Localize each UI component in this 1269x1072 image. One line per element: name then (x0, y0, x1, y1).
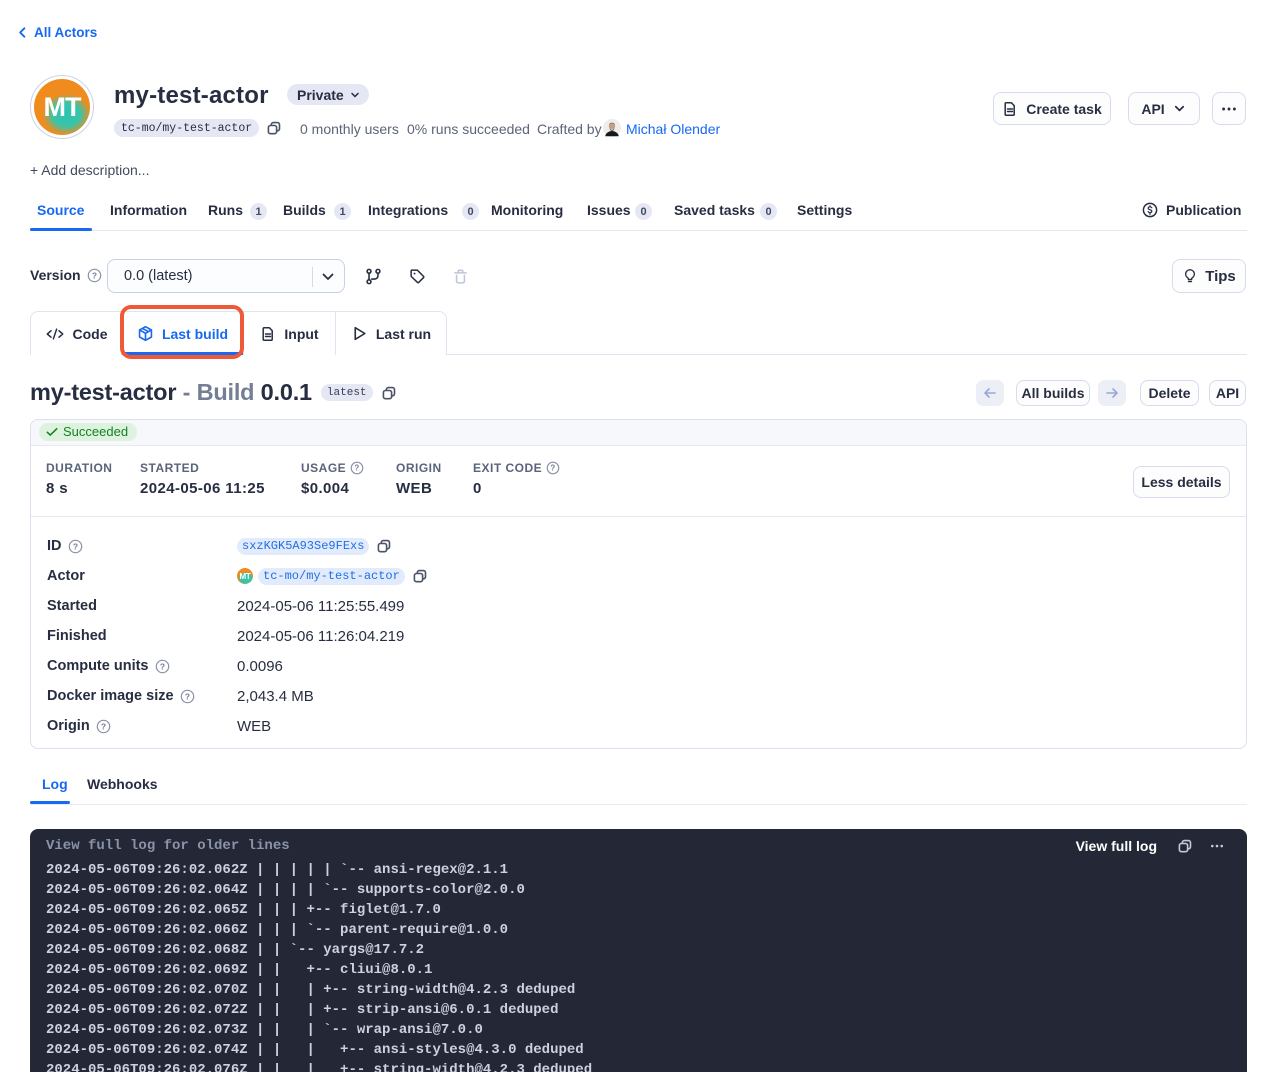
svg-text:?: ? (101, 721, 106, 731)
svg-text:?: ? (72, 541, 77, 551)
svg-text:?: ? (159, 661, 164, 671)
svg-text:?: ? (550, 464, 555, 473)
svg-text:?: ? (184, 691, 189, 701)
svg-text:?: ? (354, 464, 359, 473)
svg-text:?: ? (92, 270, 97, 280)
